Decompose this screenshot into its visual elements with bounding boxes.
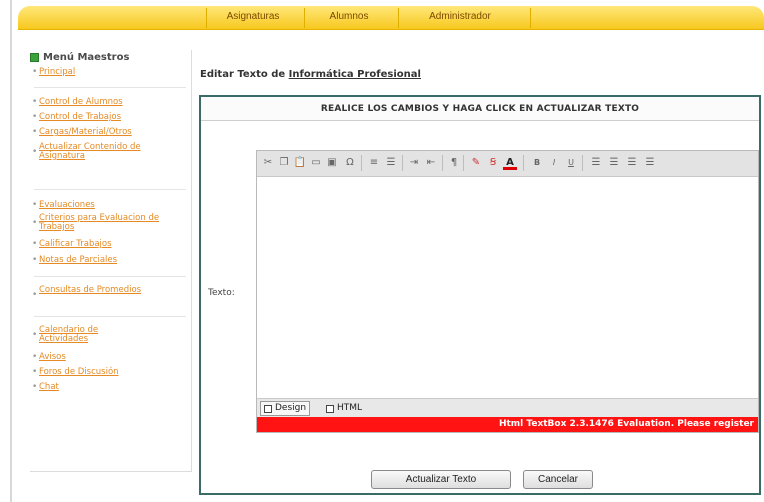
sidebar-item-notas[interactable]: • Notas de Parciales (32, 256, 182, 265)
sidebar-item-foros[interactable]: • Foros de Discusión (32, 368, 182, 377)
bullet-icon: • (32, 200, 38, 210)
align-left-icon[interactable]: ☰ (589, 156, 603, 170)
design-icon (264, 404, 272, 413)
update-text-button[interactable]: Actualizar Texto (371, 470, 511, 489)
bullet-icon: • (32, 239, 38, 249)
toolbar-divider (463, 155, 464, 171)
menu-title: Menú Maestros (30, 52, 129, 63)
editor-mode-bar: Design HTML (257, 398, 758, 417)
menu-divider (34, 316, 186, 317)
menu-title-label: Menú Maestros (43, 52, 130, 63)
texto-label: Texto: (208, 288, 235, 298)
bullet-icon: • (32, 352, 38, 362)
text-color-icon[interactable]: A (503, 156, 517, 170)
toolbar-divider (442, 155, 443, 171)
sidebar-item-principal[interactable]: • Principal (32, 68, 182, 77)
table-icon[interactable]: ▭ (309, 156, 323, 170)
evaluation-banner: Html TextBox 2.3.1476 Evaluation. Please… (257, 417, 758, 432)
menu-icon (30, 53, 39, 62)
edit-title-prefix: Editar Texto de (200, 69, 286, 80)
align-center-icon[interactable]: ☰ (607, 156, 621, 170)
underline-icon[interactable]: U (564, 156, 578, 170)
menu-divider (34, 189, 186, 190)
bullet-icon: • (32, 97, 38, 107)
panel-header: REALICE LOS CAMBIOS Y HAGA CLICK EN ACTU… (201, 97, 759, 121)
editor-toolbar: ✂ ❐ 📋 ▭ ▣ Ω ≡ ☰ ⇥ ⇤ ¶ ✎ Ꞩ A B I U ☰ ☰ ☰ (257, 151, 758, 177)
justify-icon[interactable]: ☰ (643, 156, 657, 170)
subject-link[interactable]: Informática Profesional (289, 69, 421, 80)
bullet-icon: • (32, 67, 38, 77)
bullet-icon: • (32, 367, 38, 377)
sidebar-item-calificar[interactable]: • Calificar Trabajos (32, 240, 182, 249)
html-mode-label: HTML (337, 403, 363, 413)
bullet-icon: • (32, 330, 38, 340)
font-color-icon[interactable]: ✎ (469, 156, 483, 170)
bullet-icon: • (32, 112, 38, 122)
toolbar-divider (582, 155, 583, 171)
bullet-icon: • (32, 290, 38, 300)
sidebar-item-chat[interactable]: • Chat (32, 383, 182, 392)
tab-administrador[interactable]: Administrador (410, 11, 510, 22)
align-right-icon[interactable]: ☰ (625, 156, 639, 170)
html-mode-button[interactable]: HTML (323, 401, 365, 416)
sidebar-menu: Menú Maestros • Principal • Control de Alu… (30, 50, 192, 472)
bullet-icon: • (32, 218, 38, 228)
bullet-icon: • (32, 382, 38, 392)
sidebar-item-actualizar-contenido[interactable]: • Actualizar Contenido de Asignatura (32, 143, 172, 161)
left-border (0, 0, 12, 502)
editor-content-area[interactable] (257, 178, 758, 398)
cut-icon[interactable]: ✂ (261, 156, 275, 170)
paste-icon[interactable]: 📋 (293, 156, 307, 170)
highlight-icon[interactable]: Ꞩ (486, 156, 500, 170)
tab-alumnos[interactable]: Alumnos (314, 11, 384, 22)
bullet-icon: • (32, 147, 38, 157)
page-title: Editar Texto de Informática Profesional (200, 69, 421, 80)
design-mode-label: Design (275, 403, 307, 413)
sidebar-item-calendario[interactable]: • Calendario de Actividades (32, 326, 142, 344)
bold-icon[interactable]: B (530, 156, 544, 170)
sidebar-item-control-trabajos[interactable]: • Control de Trabajos (32, 113, 182, 122)
nav-divider (206, 8, 207, 28)
toolbar-divider (402, 155, 403, 171)
image-icon[interactable]: ▣ (325, 156, 339, 170)
html-editor: ✂ ❐ 📋 ▭ ▣ Ω ≡ ☰ ⇥ ⇤ ¶ ✎ Ꞩ A B I U ☰ ☰ ☰ (256, 150, 759, 433)
copy-icon[interactable]: ❐ (277, 156, 291, 170)
toolbar-divider (361, 155, 362, 171)
nav-divider (304, 8, 305, 28)
sidebar-item-control-alumnos[interactable]: • Control de Alumnos (32, 98, 182, 107)
ordered-list-icon[interactable]: ≡ (367, 156, 381, 170)
sidebar-item-consultas[interactable]: • Consultas de Promedios (32, 286, 142, 300)
indent-icon[interactable]: ⇥ (407, 156, 421, 170)
sidebar-item-avisos[interactable]: • Avisos (32, 353, 182, 362)
tab-asignaturas[interactable]: Asignaturas (218, 11, 288, 22)
bullet-icon: • (32, 255, 38, 265)
sidebar-item-criterios[interactable]: • Criterios para Evaluacion de Trabajos (32, 214, 182, 232)
menu-divider (34, 87, 186, 88)
html-icon (326, 404, 334, 413)
design-mode-button[interactable]: Design (260, 401, 311, 416)
bullet-icon: • (32, 127, 38, 137)
top-navigation: Asignaturas Alumnos Administrador (18, 6, 764, 30)
sidebar-item-cargas[interactable]: • Cargas/Material/Otros (32, 128, 182, 137)
paragraph-icon[interactable]: ¶ (447, 156, 461, 170)
nav-divider (398, 8, 399, 28)
cancel-button[interactable]: Cancelar (523, 470, 593, 489)
toolbar-divider (523, 155, 524, 171)
sidebar-item-evaluaciones[interactable]: • Evaluaciones (32, 201, 182, 210)
outdent-icon[interactable]: ⇤ (424, 156, 438, 170)
italic-icon[interactable]: I (547, 156, 561, 170)
nav-divider (530, 8, 531, 28)
edit-panel: REALICE LOS CAMBIOS Y HAGA CLICK EN ACTU… (199, 95, 761, 495)
special-char-icon[interactable]: Ω (343, 156, 357, 170)
menu-divider (34, 276, 186, 277)
unordered-list-icon[interactable]: ☰ (384, 156, 398, 170)
